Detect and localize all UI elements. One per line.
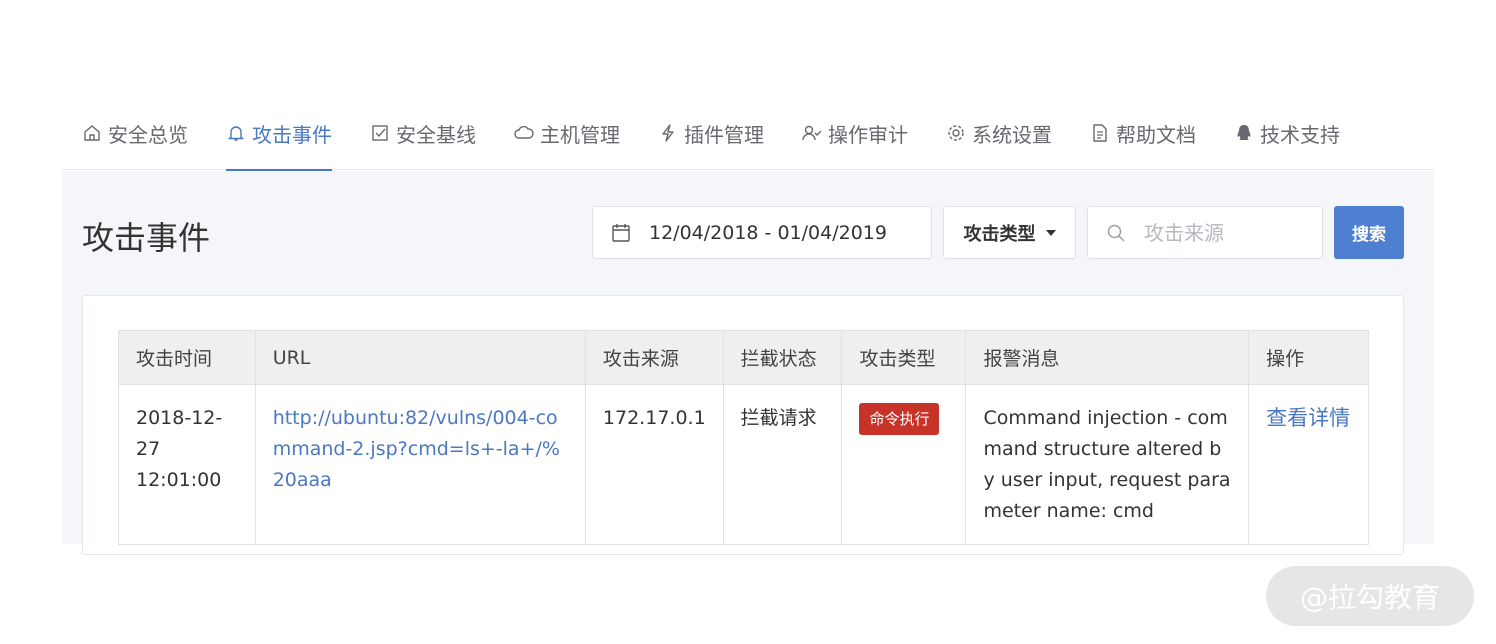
document-icon bbox=[1090, 123, 1110, 143]
column-header: 拦截状态 bbox=[722, 330, 843, 385]
alert-message: Command injection - command structure al… bbox=[965, 384, 1250, 545]
column-header: 攻击类型 bbox=[841, 330, 967, 385]
table-row: 2018-12-27 12:01:00 http://ubuntu:82/vul… bbox=[118, 384, 1369, 545]
events-card: 攻击时间 URL 攻击来源 拦截状态 攻击类型 报警消息 操作 2018-12-… bbox=[82, 295, 1404, 555]
table-header-row: 攻击时间 URL 攻击来源 拦截状态 攻击类型 报警消息 操作 bbox=[118, 330, 1369, 385]
nav-label: 插件管理 bbox=[684, 122, 764, 147]
column-header: URL bbox=[254, 330, 586, 385]
source-search-field[interactable] bbox=[1087, 206, 1323, 259]
home-icon bbox=[82, 123, 102, 143]
page-title: 攻击事件 bbox=[82, 219, 211, 257]
events-table: 攻击时间 URL 攻击来源 拦截状态 攻击类型 报警消息 操作 2018-12-… bbox=[118, 330, 1369, 545]
action-cell: 查看详情 bbox=[1248, 384, 1369, 545]
bell-icon bbox=[226, 123, 246, 143]
gear-icon bbox=[946, 123, 966, 143]
caret-down-icon bbox=[1045, 229, 1056, 236]
nav-item-overview[interactable]: 安全总览 bbox=[82, 96, 188, 170]
attack-type-label: 攻击类型 bbox=[963, 223, 1036, 245]
attack-time-cell: 2018-12-27 12:01:00 bbox=[118, 384, 256, 545]
date-range-value: 12/04/2018 - 01/04/2019 bbox=[649, 221, 887, 244]
view-details-link[interactable]: 查看详情 bbox=[1266, 406, 1350, 430]
column-header: 攻击来源 bbox=[584, 330, 724, 385]
nav-item-settings[interactable]: 系统设置 bbox=[946, 96, 1052, 170]
nav-label: 系统设置 bbox=[972, 122, 1052, 147]
top-nav: 安全总览 攻击事件 安全基线 主机管理 插件管理 操作审计 系统设置 帮助文档 … bbox=[62, 96, 1434, 171]
nav-item-attack-events[interactable]: 攻击事件 bbox=[226, 96, 332, 171]
nav-label: 技术支持 bbox=[1260, 122, 1340, 147]
main-content: 攻击事件 12/04/2018 - 01/04/2019 攻击类型 搜索 攻击时… bbox=[62, 171, 1434, 555]
attack-type-badge: 命令执行 bbox=[859, 403, 940, 435]
attack-type-dropdown[interactable]: 攻击类型 bbox=[943, 206, 1076, 259]
date-range-picker[interactable]: 12/04/2018 - 01/04/2019 bbox=[592, 206, 932, 259]
source-ip: 172.17.0.1 bbox=[584, 384, 724, 545]
watermark: @拉勾教育 bbox=[1266, 566, 1474, 626]
nav-label: 攻击事件 bbox=[252, 122, 332, 147]
nav-item-plugins[interactable]: 插件管理 bbox=[658, 96, 764, 170]
block-status: 拦截请求 bbox=[722, 384, 843, 545]
nav-label: 主机管理 bbox=[540, 122, 620, 147]
nav-label: 安全基线 bbox=[396, 122, 476, 147]
qq-icon bbox=[1234, 123, 1254, 143]
attack-type-cell: 命令执行 bbox=[841, 384, 967, 545]
nav-label: 帮助文档 bbox=[1116, 122, 1196, 147]
nav-item-help[interactable]: 帮助文档 bbox=[1090, 96, 1196, 170]
source-search-input[interactable] bbox=[1144, 220, 1314, 245]
attack-date: 2018-12-27 bbox=[136, 407, 223, 460]
nav-label: 安全总览 bbox=[108, 122, 188, 147]
cloud-icon bbox=[514, 123, 534, 143]
calendar-icon bbox=[611, 223, 631, 243]
lightning-icon bbox=[658, 123, 678, 143]
column-header: 攻击时间 bbox=[118, 330, 256, 385]
nav-item-baseline[interactable]: 安全基线 bbox=[370, 96, 476, 170]
url-link[interactable]: http://ubuntu:82/vulns/004-command-2.jsp… bbox=[254, 384, 586, 545]
search-button[interactable]: 搜索 bbox=[1334, 206, 1404, 259]
nav-item-support[interactable]: 技术支持 bbox=[1234, 96, 1340, 170]
nav-item-hosts[interactable]: 主机管理 bbox=[514, 96, 620, 170]
nav-label: 操作审计 bbox=[828, 122, 908, 147]
attack-time: 12:01:00 bbox=[136, 469, 222, 491]
user-check-icon bbox=[802, 123, 822, 143]
column-header: 操作 bbox=[1248, 330, 1369, 385]
search-icon bbox=[1106, 223, 1126, 243]
column-header: 报警消息 bbox=[965, 330, 1250, 385]
nav-item-audit[interactable]: 操作审计 bbox=[802, 96, 908, 170]
checkbox-icon bbox=[370, 123, 390, 143]
